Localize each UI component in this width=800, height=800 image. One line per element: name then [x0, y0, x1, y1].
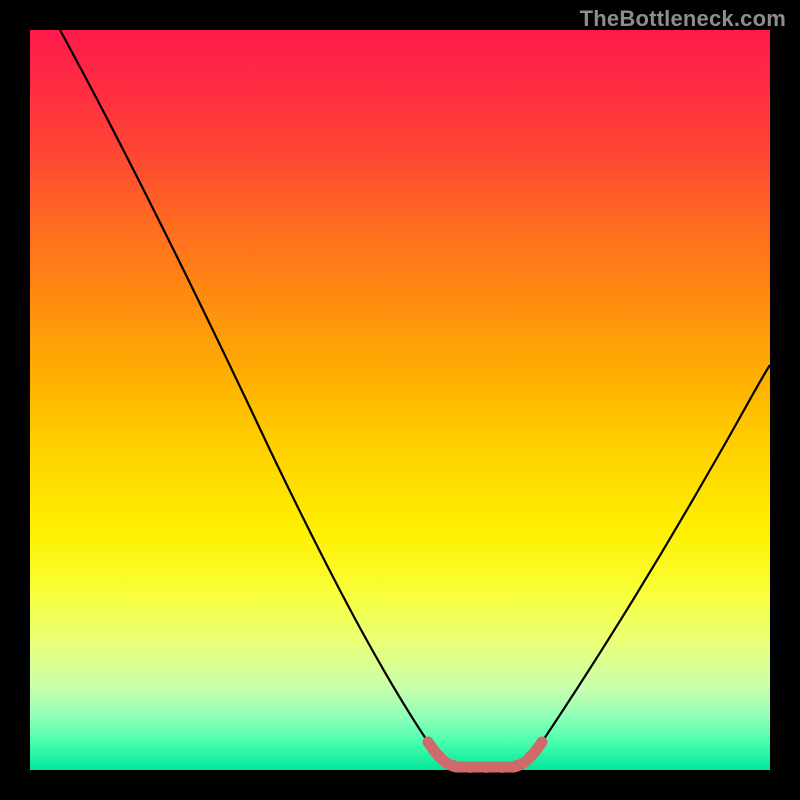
watermark-text: TheBottleneck.com: [580, 6, 786, 32]
bottleneck-curve: [30, 30, 770, 770]
curve-path: [60, 30, 770, 767]
optimal-zone-dots: [423, 737, 547, 773]
chart-frame: TheBottleneck.com: [0, 0, 800, 800]
